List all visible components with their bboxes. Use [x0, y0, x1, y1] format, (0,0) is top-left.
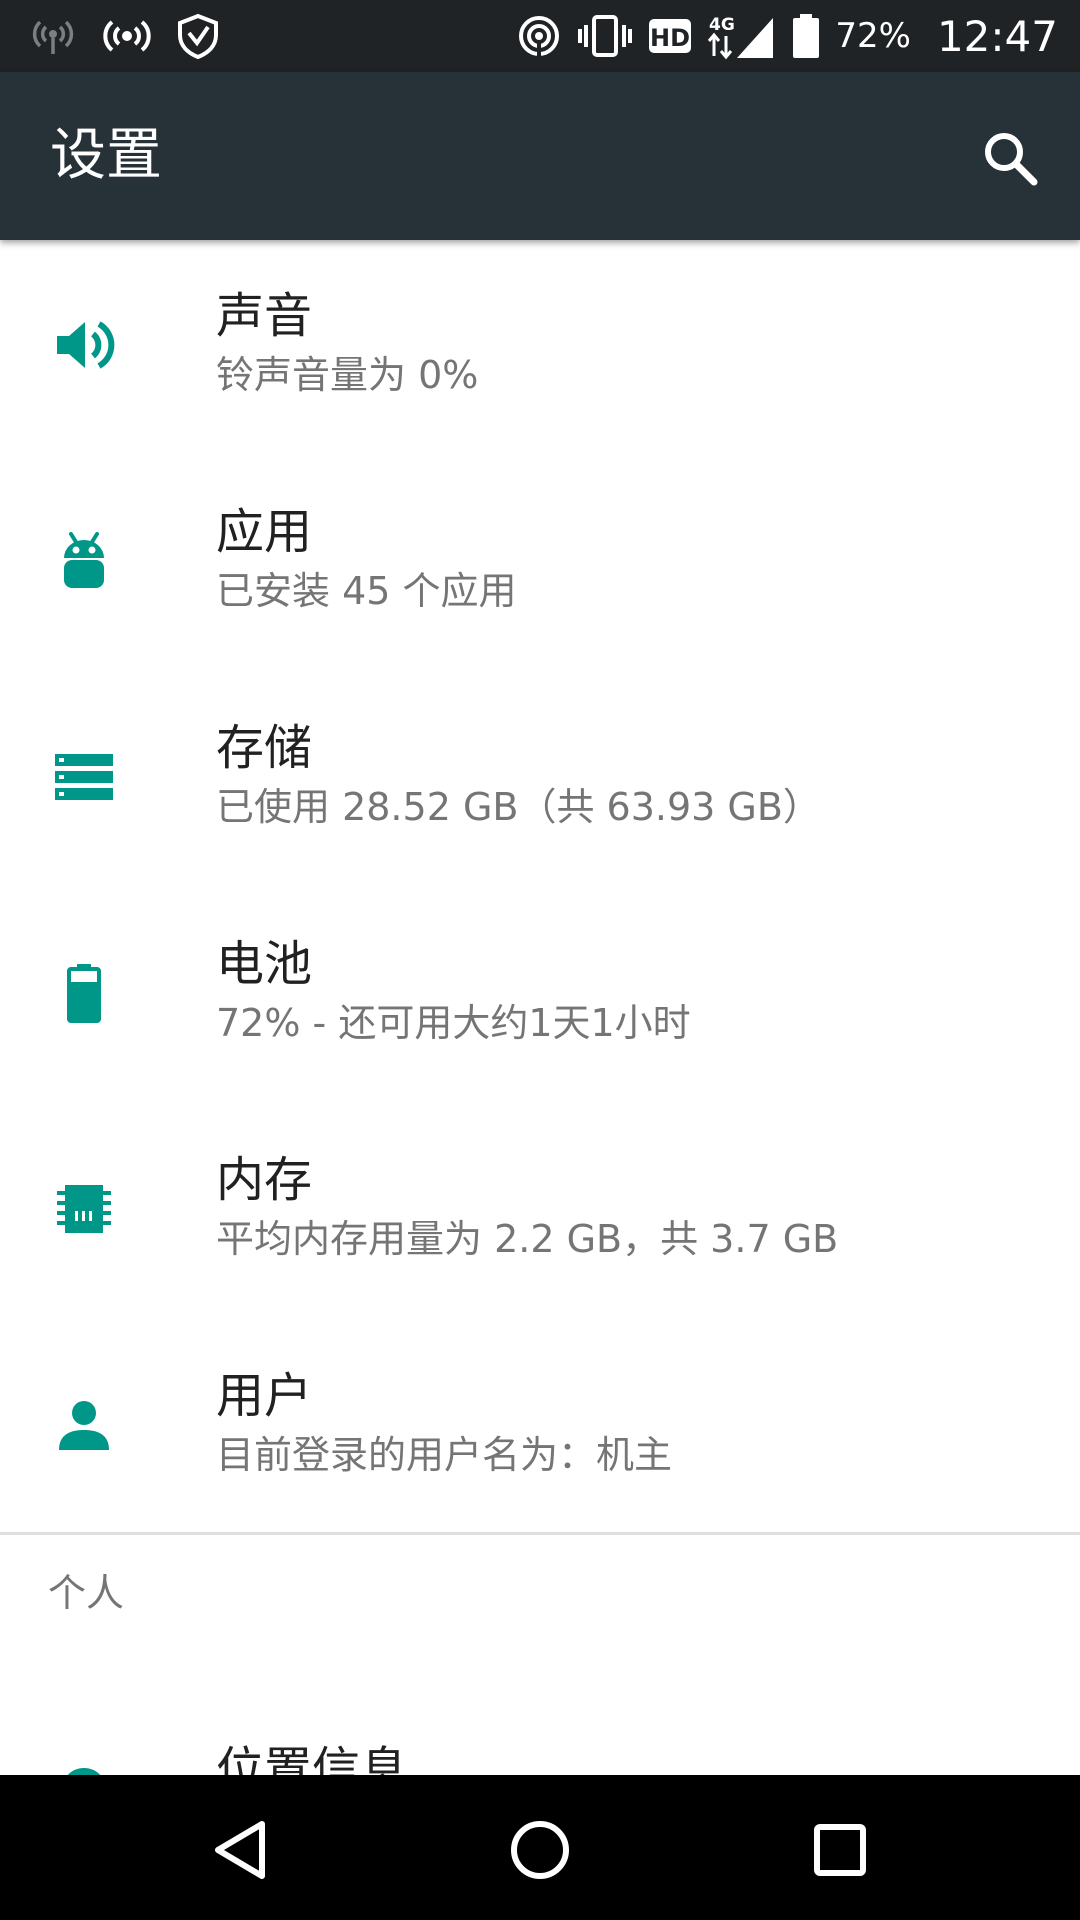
- clock: 12:47: [936, 11, 1058, 61]
- battery-status-icon: [791, 12, 821, 60]
- setting-item-apps[interactable]: 应用 已安装 45 个应用: [0, 456, 1080, 672]
- shield-icon: [176, 13, 220, 59]
- hotspot-icon: [28, 14, 78, 58]
- home-button[interactable]: [490, 1805, 590, 1895]
- setting-summary: 72% - 还可用大约1天1小时: [216, 1001, 691, 1045]
- nfc-icon: [515, 12, 563, 60]
- person-icon: [48, 1389, 120, 1461]
- section-header-personal: 个人: [48, 1571, 125, 1615]
- search-button[interactable]: [976, 124, 1044, 192]
- app-bar: 设置: [0, 72, 1080, 240]
- setting-item-battery[interactable]: 电池 72% - 还可用大约1天1小时: [0, 888, 1080, 1104]
- storage-icon: [48, 741, 120, 813]
- recents-icon: [814, 1824, 866, 1876]
- setting-title: 内存: [216, 1152, 313, 1208]
- setting-summary: 平均内存用量为 2.2 GB，共 3.7 GB: [216, 1217, 839, 1261]
- battery-percent: 72%: [835, 16, 911, 56]
- setting-item-storage[interactable]: 存储 已使用 28.52 GB（共 63.93 GB）: [0, 672, 1080, 888]
- recents-button[interactable]: [790, 1805, 890, 1895]
- svg-text:HD: HD: [650, 24, 690, 52]
- home-icon: [511, 1821, 569, 1879]
- location-icon: [48, 1763, 120, 1775]
- search-icon: [985, 133, 1038, 186]
- setting-title: 存储: [216, 720, 313, 776]
- setting-title: 位置信息: [216, 1742, 409, 1775]
- setting-item-sound[interactable]: 声音 铃声音量为 0%: [0, 240, 1080, 456]
- setting-summary: 铃声音量为 0%: [216, 353, 479, 397]
- section-divider: [0, 1532, 1080, 1535]
- broadcast-icon: [100, 14, 154, 58]
- settings-list: 声音 铃声音量为 0% 应用 已安装 45 个应用 存储 已使用 28.52 G…: [0, 240, 1080, 1775]
- setting-item-users[interactable]: 用户 目前登录的用户名为：机主: [0, 1320, 1080, 1536]
- setting-item-location[interactable]: 位置信息: [0, 1694, 1080, 1775]
- setting-title: 应用: [216, 504, 313, 560]
- setting-item-memory[interactable]: 内存 平均内存用量为 2.2 GB，共 3.7 GB: [0, 1104, 1080, 1320]
- setting-title: 用户: [216, 1368, 313, 1424]
- status-bar: HD 4G 72% 12:47: [0, 0, 1080, 72]
- back-icon: [215, 1821, 265, 1879]
- memory-icon: [48, 1173, 120, 1245]
- volume-icon: [48, 309, 120, 381]
- back-button[interactable]: [190, 1805, 290, 1895]
- setting-summary: 已使用 28.52 GB（共 63.93 GB）: [216, 785, 821, 829]
- setting-summary: 已安装 45 个应用: [216, 569, 517, 613]
- navigation-bar: [0, 1775, 1080, 1920]
- setting-title: 声音: [216, 288, 313, 344]
- svg-text:4G: 4G: [709, 15, 735, 35]
- signal-4g-icon: 4G: [707, 12, 777, 60]
- vibrate-icon: [577, 13, 633, 59]
- android-icon: [48, 525, 120, 597]
- page-title: 设置: [50, 123, 162, 188]
- setting-title: 电池: [216, 936, 313, 992]
- setting-summary: 目前登录的用户名为：机主: [216, 1433, 673, 1477]
- hd-badge: HD: [647, 17, 693, 55]
- battery-icon: [48, 957, 120, 1029]
